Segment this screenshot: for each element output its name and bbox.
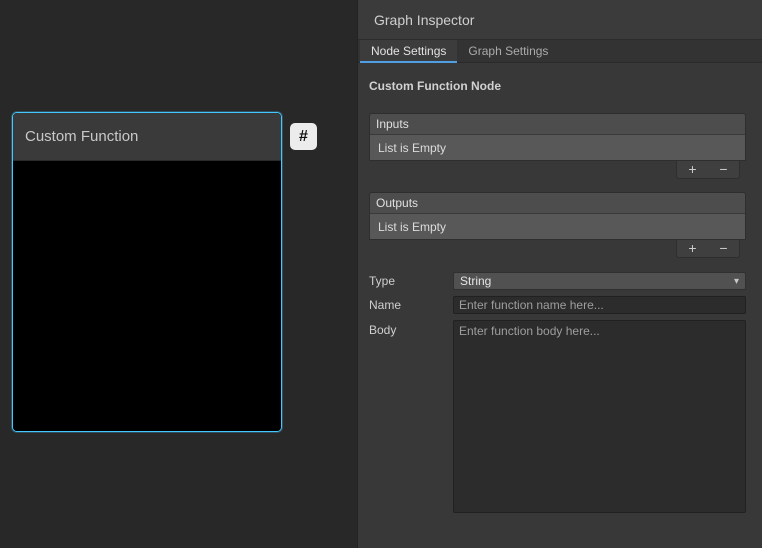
outputs-remove-button[interactable]: −	[708, 240, 739, 257]
name-label: Name	[369, 298, 453, 312]
inputs-add-button[interactable]: +	[677, 161, 708, 178]
tab-graph-settings-label: Graph Settings	[468, 44, 548, 58]
node-title-bar[interactable]: Custom Function	[13, 113, 281, 161]
function-body-textarea[interactable]	[453, 320, 746, 513]
inputs-empty-row: List is Empty	[370, 135, 745, 160]
node-preview-body	[13, 161, 281, 432]
section-title: Custom Function Node	[369, 79, 746, 93]
shader-graph-window: Custom Function # Graph Inspector Node S…	[0, 0, 762, 548]
outputs-list-title: Outputs	[376, 196, 418, 210]
inputs-list: Inputs List is Empty	[369, 113, 746, 161]
chevron-down-icon: ▾	[734, 276, 739, 287]
type-label: Type	[369, 274, 453, 288]
graph-inspector-panel: Graph Inspector Node Settings Graph Sett…	[357, 0, 762, 548]
inspector-content: Custom Function Node Inputs List is Empt…	[358, 63, 762, 513]
function-fields: Type String ▾ Name Body	[369, 272, 746, 513]
hash-icon: #	[299, 128, 308, 146]
body-field-row: Body	[369, 320, 746, 513]
body-label: Body	[369, 320, 453, 337]
inputs-empty-label: List is Empty	[378, 141, 446, 155]
custom-function-node[interactable]: Custom Function	[12, 112, 282, 432]
node-title: Custom Function	[25, 128, 138, 145]
inputs-list-header: Inputs	[370, 114, 745, 135]
inspector-title: Graph Inspector	[374, 12, 474, 28]
type-dropdown-value: String	[460, 274, 491, 288]
minus-icon: −	[719, 161, 727, 177]
type-field-row: Type String ▾	[369, 272, 746, 290]
outputs-empty-row: List is Empty	[370, 214, 745, 239]
tab-node-settings[interactable]: Node Settings	[360, 40, 457, 62]
outputs-list: Outputs List is Empty	[369, 192, 746, 240]
graph-canvas[interactable]: Custom Function #	[0, 0, 357, 548]
inputs-list-title: Inputs	[376, 117, 409, 131]
inspector-tabbar: Node Settings Graph Settings	[358, 40, 762, 63]
inspector-header[interactable]: Graph Inspector	[358, 0, 762, 40]
tab-node-settings-label: Node Settings	[371, 44, 446, 58]
type-dropdown[interactable]: String ▾	[453, 272, 746, 290]
plus-icon: +	[688, 240, 696, 256]
inputs-remove-button[interactable]: −	[708, 161, 739, 178]
plus-icon: +	[688, 161, 696, 177]
node-code-badge-button[interactable]: #	[290, 123, 317, 150]
minus-icon: −	[719, 240, 727, 256]
inputs-list-footer: + −	[676, 161, 740, 179]
name-field-row: Name	[369, 296, 746, 314]
outputs-add-button[interactable]: +	[677, 240, 708, 257]
outputs-list-header: Outputs	[370, 193, 745, 214]
outputs-list-footer: + −	[676, 240, 740, 258]
tab-graph-settings[interactable]: Graph Settings	[457, 40, 559, 62]
function-name-input[interactable]	[453, 296, 746, 314]
outputs-empty-label: List is Empty	[378, 220, 446, 234]
